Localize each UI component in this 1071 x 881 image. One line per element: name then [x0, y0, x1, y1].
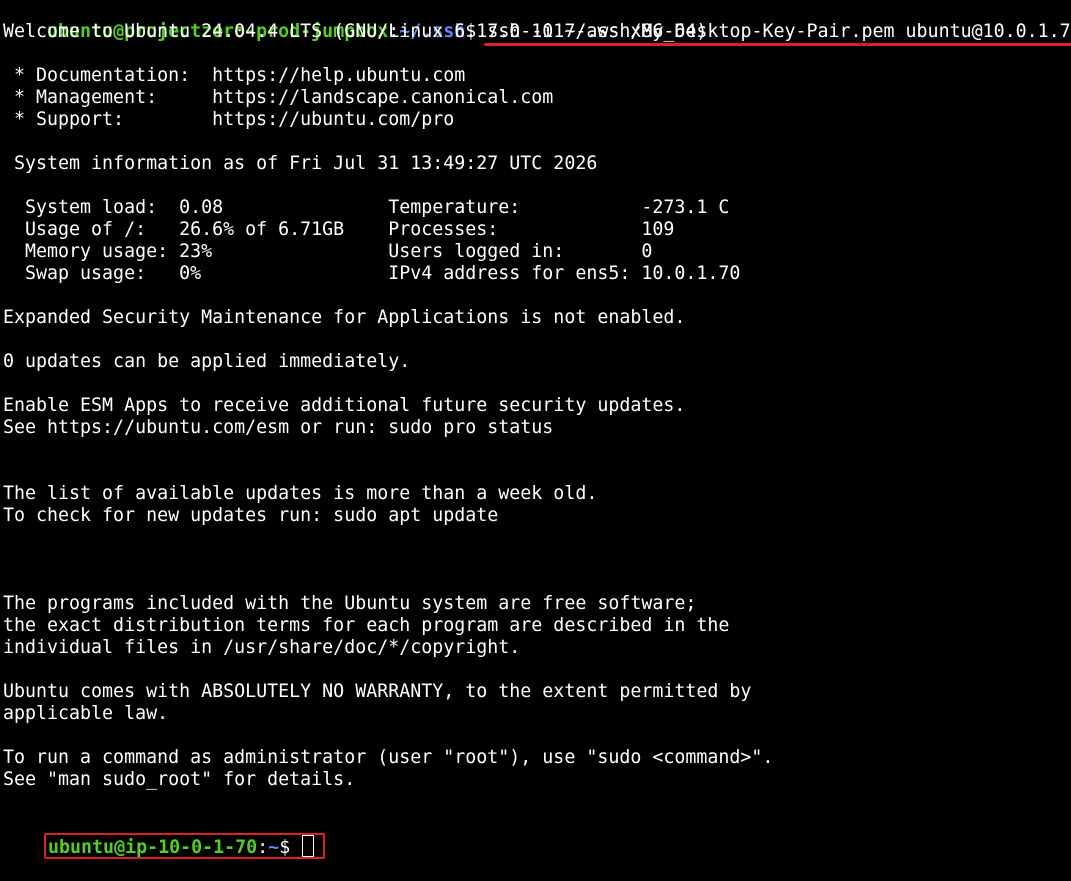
text-cursor[interactable] [302, 835, 315, 857]
stats-line: Usage of /: 26.6% of 6.71GB Processes: 1… [3, 219, 675, 240]
terminal-output[interactable]: ubuntu@projectzero-prod-jumpbox:~/.ssh$ … [3, 0, 1071, 859]
esm-apps-line: Enable ESM Apps to receive additional fu… [3, 395, 686, 416]
stats-line: Swap usage: 0% IPv4 address for ens5: 10… [3, 263, 741, 284]
free-software-line: individual files in /usr/share/doc/*/cop… [3, 637, 521, 658]
system-info-line: System information as of Fri Jul 31 13:4… [3, 153, 598, 174]
remote-prompt-user-host: ubuntu@ip-10-0-1-70 [48, 837, 258, 858]
ssh-command: ssh -i ~/.ssh/My-Desktop-Key-Pair.pem ub… [484, 21, 1071, 46]
updates-line: 0 updates can be applied immediately. [3, 351, 411, 372]
documentation-line: * Documentation: https://help.ubuntu.com [3, 65, 466, 86]
remote-prompt-highlight[interactable]: ubuntu@ip-10-0-1-70:~$ [44, 833, 326, 859]
stats-line: Memory usage: 23% Users logged in: 0 [3, 241, 653, 262]
support-line: * Support: https://ubuntu.com/pro [3, 109, 455, 130]
sudo-hint-line: See "man sudo_root" for details. [3, 769, 356, 790]
warranty-line: applicable law. [3, 703, 169, 724]
esm-line: Expanded Security Maintenance for Applic… [3, 307, 686, 328]
free-software-line: the exact distribution terms for each pr… [3, 615, 730, 636]
stats-line: System load: 0.08 Temperature: -273.1 C [3, 197, 730, 218]
jumpbox-command-line: ubuntu@projectzero-prod-jumpbox:~/.ssh$ … [3, 0, 1071, 46]
management-line: * Management: https://landscape.canonica… [3, 87, 554, 108]
remote-prompt-separator: : [257, 837, 269, 858]
old-updates-line: To check for new updates run: sudo apt u… [3, 505, 499, 526]
warranty-line: Ubuntu comes with ABSOLUTELY NO WARRANTY… [3, 681, 752, 702]
esm-apps-line: See https://ubuntu.com/esm or run: sudo … [3, 417, 554, 438]
old-updates-line: The list of available updates is more th… [3, 483, 598, 504]
free-software-line: The programs included with the Ubuntu sy… [3, 593, 697, 614]
sudo-hint-line: To run a command as administrator (user … [3, 747, 774, 768]
remote-prompt-line[interactable]: ubuntu@ip-10-0-1-70:~$ [3, 813, 1071, 859]
remote-prompt-path: ~ [268, 837, 280, 858]
remote-prompt-symbol: $ [279, 837, 302, 858]
